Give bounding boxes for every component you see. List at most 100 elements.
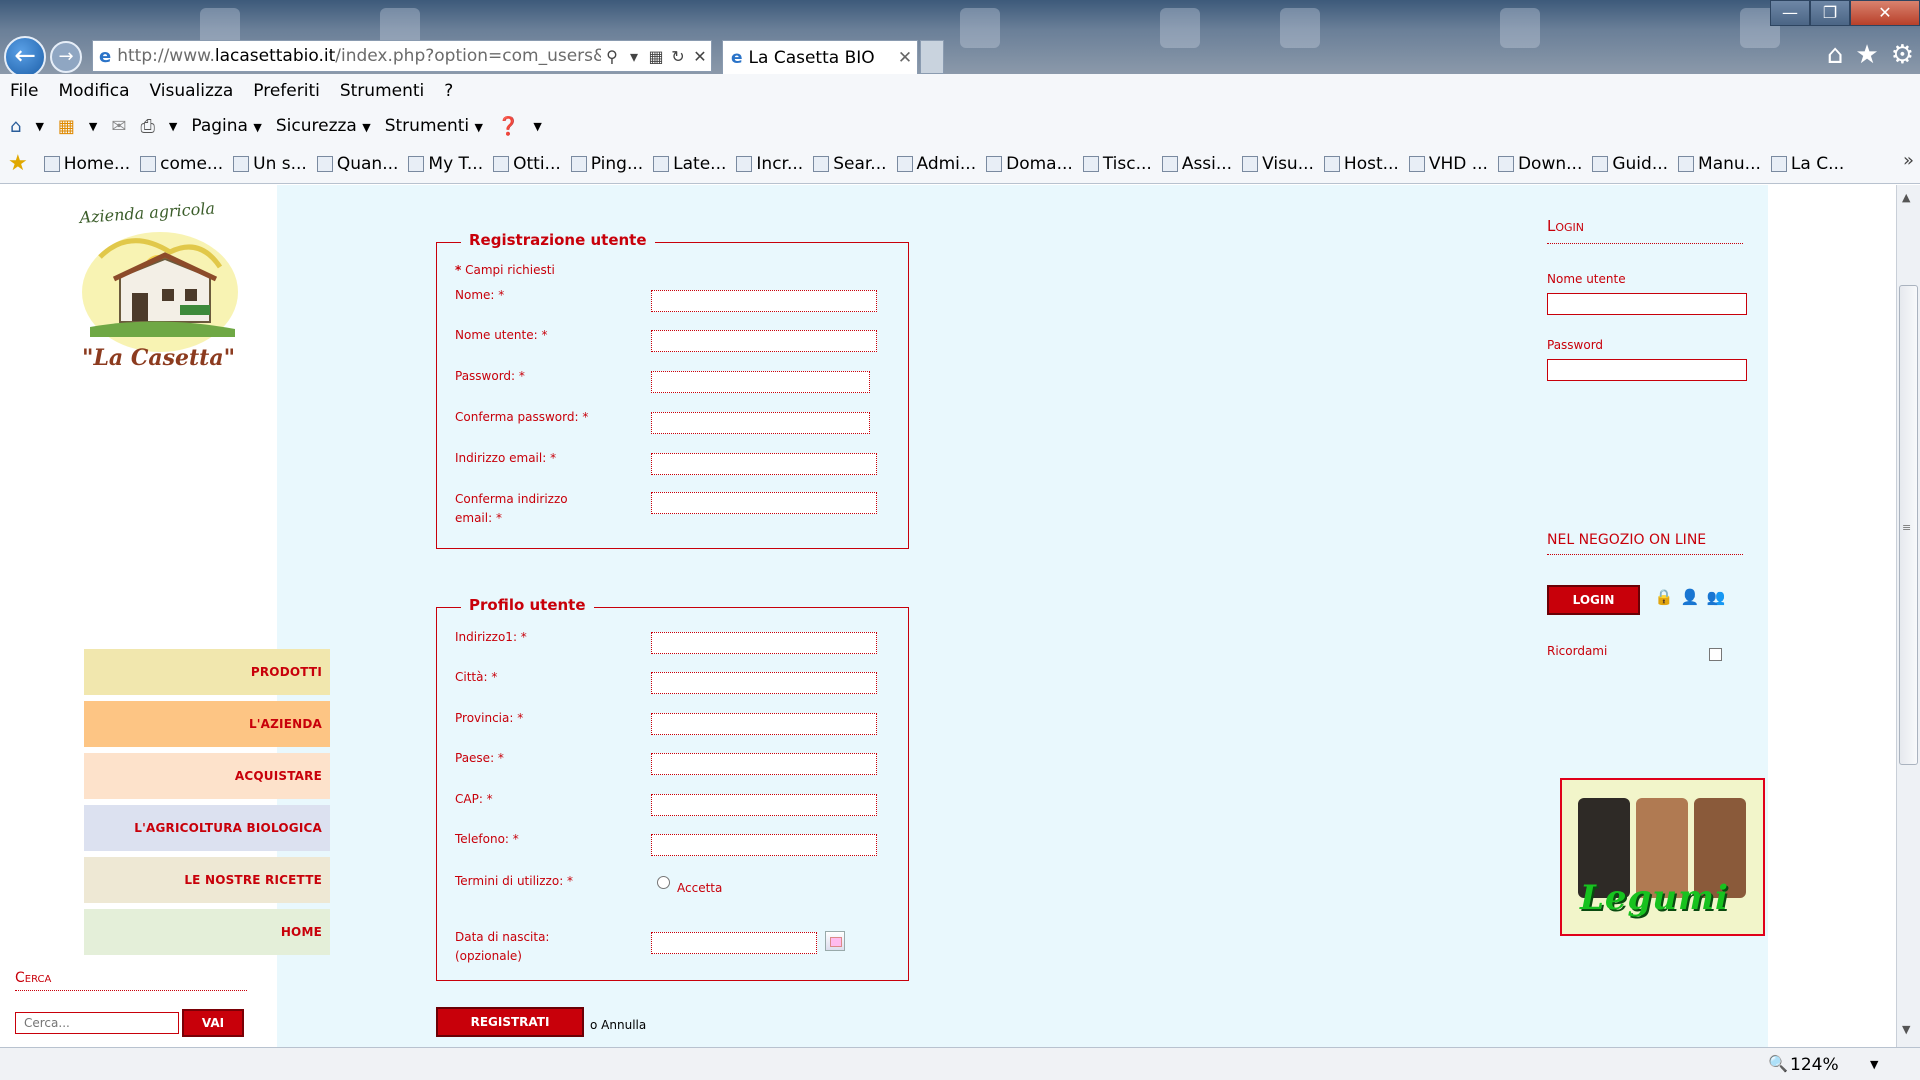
back-button[interactable]: ← [4,36,46,78]
chevron-down-icon[interactable]: ▼ [35,120,43,133]
favorite-item[interactable]: Doma... [986,154,1073,174]
shop-banner-legumi[interactable]: Legumi [1560,778,1765,936]
search-input[interactable] [15,1012,179,1034]
favorite-item[interactable]: Sear... [813,154,887,174]
minimize-button[interactable]: — [1770,0,1810,26]
scroll-up-arrow-icon[interactable]: ▲ [1902,191,1910,204]
refresh-icon[interactable]: ↻ [667,47,689,66]
chevron-down-icon[interactable]: ▼ [1870,1058,1878,1071]
profile-field-input[interactable] [651,753,877,775]
command-strumenti[interactable]: Strumenti ▼ [385,116,483,136]
favorite-item[interactable]: Assi... [1161,154,1232,174]
favorite-item[interactable]: Late... [653,154,726,174]
favorite-item[interactable]: Incr... [736,154,803,174]
profile-field-input[interactable] [651,713,877,735]
birthdate-input[interactable] [651,932,817,954]
dropdown-icon[interactable]: ▾ [623,47,645,66]
rss-feed-icon[interactable]: ▦ [58,116,75,137]
favorite-item[interactable]: Host... [1323,154,1399,174]
nav-item-prodotti[interactable]: PRODOTTI [84,649,330,695]
menu-help[interactable]: ? [444,81,453,101]
calendar-icon[interactable] [825,931,845,951]
registration-field-input[interactable] [651,412,870,434]
remember-me-checkbox[interactable] [1709,648,1722,661]
favorite-item[interactable]: Home... [43,154,130,174]
menu-modifica[interactable]: Modifica [58,81,129,101]
chevron-down-icon[interactable]: ▼ [169,120,177,133]
profile-field-input[interactable] [651,672,877,694]
new-tab-button[interactable] [920,40,944,74]
scroll-down-arrow-icon[interactable]: ▼ [1902,1023,1910,1036]
nav-item-l-azienda[interactable]: L'AZIENDA [84,701,330,747]
favorites-star-icon[interactable]: ★ [1855,40,1878,70]
favorite-item[interactable]: Tisc... [1082,154,1152,174]
vertical-scrollbar[interactable]: ▲ ≡ ▼ [1896,185,1920,1047]
lock-user-icon[interactable]: 🔒 [1654,588,1674,608]
chevron-down-icon[interactable]: ▼ [89,120,97,133]
registration-field-input[interactable] [651,290,877,312]
gear-icon[interactable]: ⚙ [1891,40,1914,70]
url-text[interactable]: http://www.lacasettabio.it/index.php?opt… [117,46,601,66]
menu-strumenti[interactable]: Strumenti [340,81,424,101]
profile-field-input[interactable] [651,794,877,816]
register-button[interactable]: REGISTRATI [436,1007,584,1037]
registration-legend: Registrazione utente [461,231,655,249]
search-submit-button[interactable]: VAI [182,1009,244,1037]
close-window-button[interactable]: ✕ [1850,0,1920,26]
menu-preferiti[interactable]: Preferiti [253,81,320,101]
search-icon[interactable]: ⚲ [601,47,623,66]
login-password-input[interactable] [1547,359,1747,381]
favorite-item[interactable]: Un s... [233,154,307,174]
login-button[interactable]: LOGIN [1547,585,1640,615]
favorites-star-icon[interactable]: ★ [8,151,28,176]
menu-visualizza[interactable]: Visualizza [150,81,234,101]
favorite-item[interactable]: Down... [1497,153,1583,174]
chevron-down-icon[interactable]: ▼ [533,120,541,133]
nav-item-le-nostre-ricette[interactable]: LE NOSTRE RICETTE [84,857,330,903]
chevron-more-icon[interactable]: » [1903,150,1914,171]
favorite-item[interactable]: Manu... [1678,154,1761,174]
profile-field-input[interactable] [651,834,877,856]
zoom-level[interactable]: 124% [1790,1055,1839,1075]
print-icon[interactable]: ⎙ [140,116,154,137]
registration-field-input[interactable] [651,330,877,352]
home-icon[interactable]: ⌂ [10,116,21,137]
user-icon[interactable]: 👤 [1680,588,1700,608]
nav-item-home[interactable]: HOME [84,909,330,955]
stop-icon[interactable]: ✕ [689,47,711,66]
close-tab-icon[interactable]: ✕ [893,48,917,68]
restore-button[interactable]: ❐ [1810,0,1850,26]
cancel-link[interactable]: Annulla [601,1018,646,1032]
nav-item-acquistare[interactable]: ACQUISTARE [84,753,330,799]
nav-item-l-agricoltura-biologica[interactable]: L'AGRICOLTURA BIOLOGICA [84,805,330,851]
favorite-item[interactable]: My T... [408,154,483,174]
zoom-icon[interactable]: 🔍 [1768,1054,1788,1073]
favorite-item[interactable]: La C... [1770,154,1844,174]
favorite-label: Down... [1517,153,1583,174]
home-icon[interactable]: ⌂ [1827,40,1844,70]
favorite-item[interactable]: VHD ... [1408,154,1488,174]
favorite-item[interactable]: Guid... [1592,154,1668,174]
mail-icon[interactable]: ✉ [111,116,126,137]
help-icon[interactable]: ❓ [497,116,519,137]
favorite-item[interactable]: Otti... [493,154,561,174]
menu-file[interactable]: File [10,81,38,101]
favorite-item[interactable]: come... [140,154,223,174]
address-bar[interactable]: e http://www.lacasettabio.it/index.php?o… [92,40,712,72]
registration-field-input[interactable] [651,453,877,475]
forward-button[interactable]: → [50,41,82,73]
favorite-item[interactable]: Visu... [1242,154,1314,174]
command-sicurezza[interactable]: Sicurezza ▼ [276,116,371,136]
command-pagina[interactable]: Pagina ▼ [191,116,262,136]
favorite-item[interactable]: Quan... [316,154,398,174]
compatibility-icon[interactable]: ▦ [645,47,667,66]
favorite-item[interactable]: Admi... [896,154,976,174]
favorite-item[interactable]: Ping... [570,154,643,174]
terms-accept-radio[interactable] [657,876,670,889]
profile-field-input[interactable] [651,632,877,654]
login-username-input[interactable] [1547,293,1747,315]
registration-field-input[interactable] [651,492,877,514]
add-user-icon[interactable]: 👥 [1706,588,1726,608]
tab-la-casetta-bio[interactable]: e La Casetta BIO ✕ [722,40,918,74]
registration-field-input[interactable] [651,371,870,393]
